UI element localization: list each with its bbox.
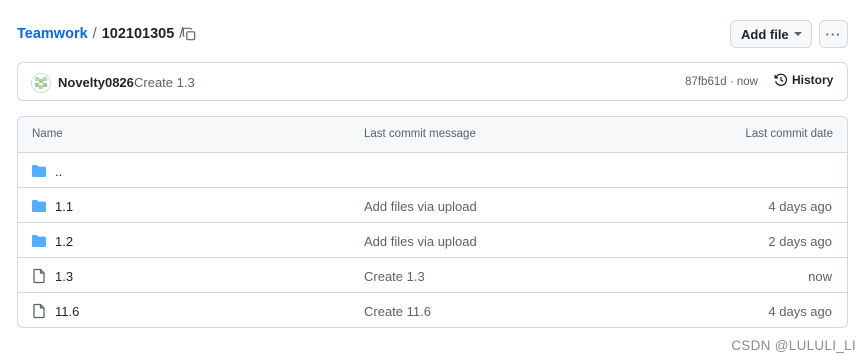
- row-commit-date: now: [808, 269, 832, 284]
- row-commit-message[interactable]: Create 11.6: [364, 304, 431, 319]
- breadcrumb-current-folder: 102101305: [101, 26, 175, 42]
- commit-time: now: [736, 76, 758, 88]
- commit-message-link[interactable]: Create 1.3: [134, 75, 195, 90]
- breadcrumb: Teamwork / 102101305 /: [17, 24, 188, 44]
- row-name[interactable]: 1.2: [55, 234, 73, 249]
- file-table: Name Last commit message Last commit dat…: [17, 116, 848, 328]
- commit-author-link[interactable]: Novelty0826: [58, 75, 134, 90]
- triangle-down-icon: [794, 32, 802, 36]
- kebab-horizontal-icon: ···: [825, 26, 842, 42]
- row-name[interactable]: 1.1: [55, 199, 73, 214]
- table-row-folder[interactable]: 1.2 Add files via upload 2 days ago: [18, 223, 847, 258]
- more-options-button[interactable]: ···: [819, 20, 848, 48]
- table-row-parent-dir[interactable]: ..: [18, 153, 847, 188]
- row-commit-message[interactable]: Create 1.3: [364, 269, 425, 284]
- table-header: Name Last commit message Last commit dat…: [18, 117, 847, 153]
- row-commit-date: 4 days ago: [768, 304, 832, 319]
- add-file-button[interactable]: Add file: [730, 20, 812, 48]
- copy-path-button[interactable]: [179, 24, 199, 44]
- latest-commit-bar: Novelty0826 Create 1.3 87fb61d · now His…: [17, 62, 848, 101]
- row-name[interactable]: 1.3: [55, 269, 73, 284]
- header-name: Name: [32, 128, 63, 140]
- header-last-commit-date: Last commit date: [745, 128, 833, 140]
- history-clock-icon: [774, 73, 788, 86]
- history-label: History: [792, 73, 834, 87]
- breadcrumb-repo-link[interactable]: Teamwork: [17, 24, 88, 44]
- row-name[interactable]: 11.6: [55, 304, 79, 319]
- table-row-file[interactable]: 1.3 Create 1.3 now: [18, 258, 847, 293]
- row-commit-date: 2 days ago: [768, 234, 832, 249]
- header-last-commit-message: Last commit message: [364, 128, 476, 140]
- row-commit-message[interactable]: Add files via upload: [364, 234, 477, 249]
- table-row-file[interactable]: 11.6 Create 11.6 4 days ago: [18, 293, 847, 327]
- row-name[interactable]: ..: [55, 164, 62, 179]
- folder-icon: [32, 235, 46, 247]
- copy-path-icon: [182, 27, 196, 41]
- file-icon: [33, 303, 45, 319]
- row-commit-message[interactable]: Add files via upload: [364, 199, 477, 214]
- commit-sha[interactable]: 87fb61d: [685, 76, 727, 88]
- commit-meta-separator: ·: [729, 76, 734, 88]
- file-icon: [33, 268, 45, 284]
- history-button[interactable]: History: [774, 73, 833, 87]
- add-file-label: Add file: [741, 26, 789, 42]
- folder-icon: [32, 165, 46, 177]
- commit-meta: 87fb61d · now: [685, 76, 758, 88]
- avatar[interactable]: [31, 73, 51, 93]
- row-commit-date: 4 days ago: [768, 199, 832, 214]
- repo-header: Teamwork / 102101305 / Add file ···: [0, 0, 865, 70]
- avatar-identicon: [32, 74, 50, 92]
- table-row-folder[interactable]: 1.1 Add files via upload 4 days ago: [18, 188, 847, 223]
- folder-icon: [32, 200, 46, 212]
- csdn-watermark: CSDN @LULULI_LI: [731, 338, 856, 353]
- breadcrumb-separator: /: [92, 26, 97, 42]
